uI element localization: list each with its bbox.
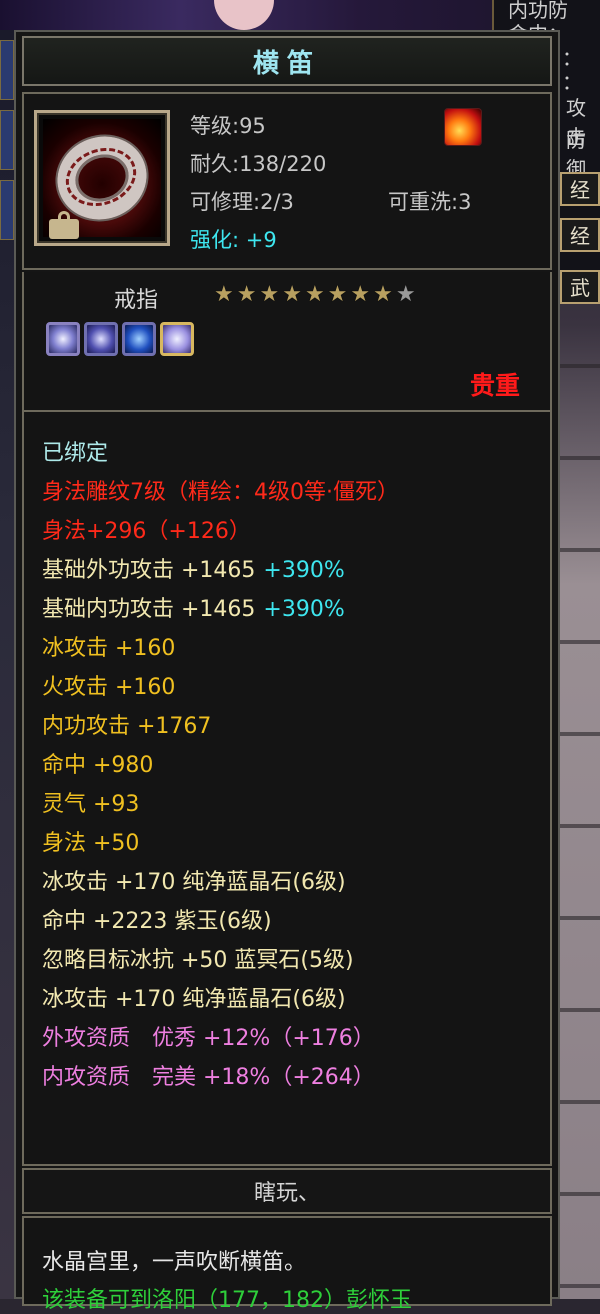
attribute-text: 基础外功攻击 +1465: [42, 558, 256, 583]
experience-button[interactable]: 经: [560, 172, 600, 206]
attribute-line: 冰攻击 +160: [42, 629, 399, 668]
attribute-line: 外攻资质 优秀 +12%（+176）: [42, 1019, 399, 1058]
attribute-text: 忽略目标冰抗 +50 蓝冥石(5级): [42, 948, 354, 973]
flavor-section: 水晶宫里，一声吹断横笛。 该装备可到洛阳（177，182）彭怀玉: [22, 1216, 552, 1313]
flavor-header: 瞎玩、: [22, 1168, 552, 1214]
attribute-section: 已绑定身法雕纹7级（精绘：4级0等·僵死） 身法+296（+126） 基础外功攻击 …: [22, 410, 552, 1166]
attribute-text: 冰攻击 +160: [42, 636, 176, 661]
attribute-text: 身法+296（+126）: [42, 519, 251, 544]
attribute-text: 身法 +50: [42, 831, 140, 856]
item-name: 横笛: [252, 48, 321, 79]
attribute-line: 命中 +2223 紫玉(6级): [42, 902, 399, 941]
star-icon: ★: [350, 282, 371, 307]
attribute-line: 基础外功攻击 +1465 +390%: [42, 551, 399, 590]
attribute-line: 身法 +50: [42, 824, 399, 863]
left-tab[interactable]: [0, 180, 14, 240]
attribute-text: 内攻资质 完美 +18%（+264）: [42, 1065, 375, 1090]
star-icon: ★: [214, 282, 234, 307]
attribute-line: 身法+296（+126）: [42, 512, 399, 551]
attribute-text: 内功攻击 +1767: [42, 714, 212, 739]
star-icon: ★: [327, 282, 348, 307]
attribute-line: 内攻资质 完美 +18%（+264）: [42, 1058, 399, 1097]
star-icon: ★: [304, 282, 325, 307]
flavor-hint: 该装备可到洛阳（177，182）彭怀玉: [42, 1288, 412, 1313]
item-repairable: 可修理:2/3: [190, 190, 294, 214]
flavor-title: 瞎玩、: [253, 1181, 320, 1206]
martial-button[interactable]: 武: [560, 270, 600, 304]
lock-icon: [49, 211, 79, 239]
stat-label: ：: [562, 70, 582, 94]
tooltip-title-bar: 横笛: [22, 36, 552, 86]
gem-icon[interactable]: [122, 322, 156, 356]
experience-button[interactable]: 经: [560, 218, 600, 252]
attribute-text: 冰攻击 +170 纯净蓝晶石(6级): [42, 987, 346, 1012]
attribute-line: 命中 +980: [42, 746, 399, 785]
star-rating: ★ ★ ★ ★ ★ ★ ★ ★ ★: [214, 284, 416, 306]
star-icon: ★: [373, 282, 393, 307]
star-icon: ★: [236, 282, 257, 307]
item-header: 等级:95 耐久:138/220 可修理:2/3 可重洗:3 强化: +9: [22, 92, 552, 270]
star-icon: ★: [395, 282, 416, 307]
attribute-line: 基础内功攻击 +1465 +390%: [42, 590, 399, 629]
gem-icon[interactable]: [84, 322, 118, 356]
attribute-line: 火攻击 +160: [42, 668, 399, 707]
item-level: 等级:95: [190, 114, 266, 138]
attribute-line: 冰攻击 +170 纯净蓝晶石(6级): [42, 863, 399, 902]
attribute-text: 基础内功攻击 +1465: [42, 597, 256, 622]
item-rewashable: 可重洗:3: [388, 190, 472, 214]
attribute-bonus: +390%: [263, 558, 345, 583]
attribute-text: 身法雕纹7级（精绘：4级0等·僵死）: [42, 480, 399, 505]
item-tooltip: 横笛 等级:95 耐久:138/220 可修理:2/3 可重洗:3 强化: +9…: [14, 30, 560, 1313]
gem-icon[interactable]: [160, 322, 194, 356]
attribute-text: 冰攻击 +170 纯净蓝晶石(6级): [42, 870, 346, 895]
ring-icon: [43, 119, 161, 239]
attribute-line: 冰攻击 +170 纯净蓝晶石(6级): [42, 980, 399, 1019]
star-icon: ★: [259, 282, 280, 307]
left-tab[interactable]: [0, 40, 14, 100]
item-durability: 耐久:138/220: [190, 152, 327, 176]
flavor-text: 水晶宫里，一声吹断横笛。: [42, 1250, 307, 1275]
attribute-line: 忽略目标冰抗 +50 蓝冥石(5级): [42, 941, 399, 980]
attribute-line: 已绑定: [42, 434, 399, 473]
item-type: 戒指: [114, 288, 159, 313]
attribute-line: 身法雕纹7级（精绘：4级0等·僵死）: [42, 473, 399, 512]
item-enhance: 强化: +9: [190, 228, 277, 252]
attribute-text: 外攻资质 优秀 +12%（+176）: [42, 1026, 375, 1051]
attribute-text: 灵气 +93: [42, 792, 140, 817]
gem-sockets: [46, 322, 194, 356]
attribute-text: 已绑定: [42, 441, 109, 466]
attribute-list: 已绑定身法雕纹7级（精绘：4级0等·僵死） 身法+296（+126） 基础外功攻击 …: [42, 434, 399, 1097]
attribute-line: 灵气 +93: [42, 785, 399, 824]
attribute-line: 内功攻击 +1767: [42, 707, 399, 746]
item-type-section: 戒指 ★ ★ ★ ★ ★ ★ ★ ★ ★ 贵重: [22, 272, 552, 412]
star-icon: ★: [282, 282, 302, 307]
attribute-text: 命中 +980: [42, 753, 154, 778]
attribute-text: 命中 +2223 紫玉(6级): [42, 909, 272, 934]
flame-icon: [444, 108, 482, 146]
left-tab[interactable]: [0, 110, 14, 170]
gem-icon[interactable]: [46, 322, 80, 356]
item-quality: 贵重: [469, 371, 520, 400]
attribute-bonus: +390%: [263, 597, 345, 622]
attribute-text: 火攻击 +160: [42, 675, 176, 700]
item-icon-frame[interactable]: [34, 110, 170, 246]
